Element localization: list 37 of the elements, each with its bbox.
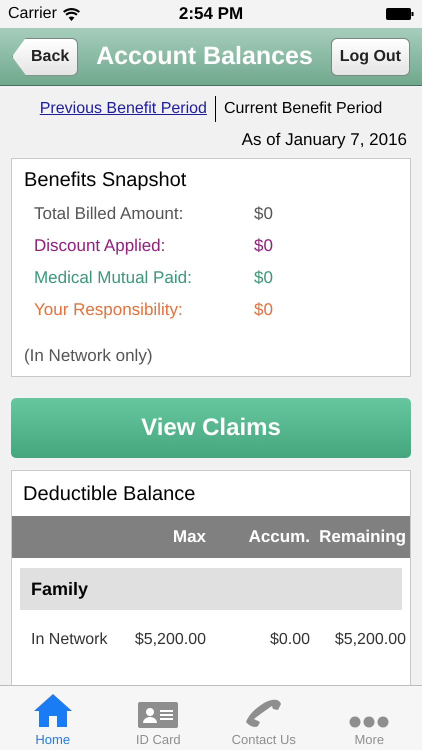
id-card-icon <box>138 702 178 728</box>
view-claims-button[interactable]: View Claims <box>11 398 411 458</box>
group-title: Family <box>30 578 88 600</box>
log-out-button[interactable]: Log Out <box>330 38 410 76</box>
amount-label: Your Responsibility: <box>34 299 184 321</box>
battery-icon <box>386 8 414 20</box>
amount-value: $0 <box>254 235 274 257</box>
tab-bar-item[interactable]: Home <box>0 686 106 750</box>
period-tab[interactable]: Previous Benefit Period <box>32 98 215 120</box>
amount-label: Discount Applied: <box>34 235 166 257</box>
note-text: (In Network only) <box>24 346 154 366</box>
amount-label: Medical Mutual Paid: <box>34 267 193 289</box>
more-icon <box>349 716 390 728</box>
column-header: Max <box>172 527 206 547</box>
amount-value: $0 <box>254 267 274 289</box>
screen-title: Account Balances <box>95 42 314 71</box>
amount-value: $0 <box>254 203 274 225</box>
card-title: Deductible Balance <box>22 482 196 507</box>
table-cell-text: $0.00 <box>268 631 310 649</box>
table-cell-text: $5,200.00 <box>134 631 206 649</box>
back-button[interactable]: Back <box>12 38 78 76</box>
table-cell-text: $5,200.00 <box>334 631 406 649</box>
period-tab[interactable]: Current Benefit Period <box>216 98 390 120</box>
clock-time: 2:54 PM <box>178 4 244 24</box>
table-cell-text: In Network <box>30 631 108 649</box>
carrier-label: Carrier <box>8 5 57 23</box>
tab-bar-item[interactable]: Contact Us <box>211 686 316 750</box>
wifi-icon <box>62 8 80 20</box>
card-title: Benefits Snapshot <box>24 169 188 192</box>
column-header: Remaining <box>318 527 406 547</box>
as-of-date: As of January 7, 2016 <box>240 130 408 151</box>
column-header: Accum. <box>248 527 310 547</box>
home-icon <box>32 692 73 728</box>
tab-bar-item[interactable]: ID Card <box>106 686 211 750</box>
amount-label: Total Billed Amount: <box>34 203 184 225</box>
tab-bar-item[interactable]: More <box>316 686 422 750</box>
amount-value: $0 <box>254 299 274 321</box>
